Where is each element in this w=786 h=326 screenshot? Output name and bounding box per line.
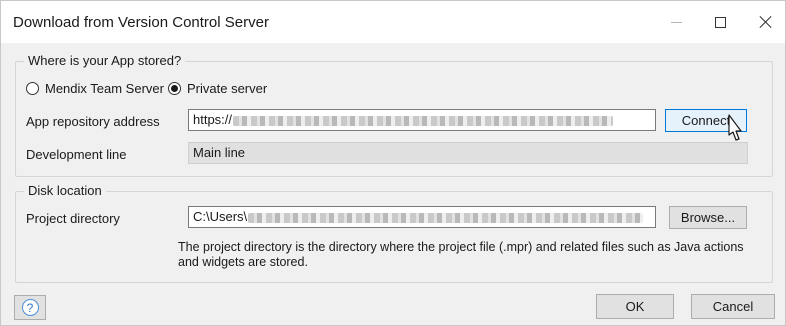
project-directory-help: The project directory is the directory w… — [178, 240, 744, 269]
development-line-field[interactable]: Main line — [188, 142, 748, 164]
development-line-value: Main line — [193, 145, 246, 160]
radio-private-server-circle — [168, 82, 181, 95]
project-directory-label: Project directory — [26, 211, 120, 226]
minimize-icon — [670, 21, 682, 23]
repo-address-input[interactable]: https:// — [188, 109, 656, 131]
close-icon — [759, 15, 773, 29]
minimize-button[interactable] — [653, 1, 699, 43]
help-icon: ? — [21, 299, 39, 316]
repo-address-label: App repository address — [26, 114, 160, 129]
browse-button[interactable]: Browse... — [669, 206, 747, 229]
redacted-url — [233, 115, 614, 126]
cancel-button[interactable]: Cancel — [691, 294, 775, 319]
disk-legend: Disk location — [24, 183, 106, 198]
radio-team-server-circle — [26, 82, 39, 95]
cancel-button-label: Cancel — [712, 299, 754, 314]
radio-private-server-label: Private server — [187, 81, 268, 96]
maximize-button[interactable] — [697, 1, 743, 43]
redacted-path — [248, 212, 644, 223]
project-directory-input[interactable]: C:\Users\ — [188, 206, 656, 228]
browse-button-label: Browse... — [680, 210, 736, 225]
help-button[interactable]: ? — [14, 295, 46, 320]
cursor-icon — [728, 114, 742, 141]
ok-button-label: OK — [625, 299, 645, 314]
project-directory-value: C:\Users\ — [193, 209, 248, 224]
radio-team-server[interactable]: Mendix Team Server — [26, 81, 164, 96]
close-button[interactable] — [743, 1, 786, 43]
radio-team-server-label: Mendix Team Server — [45, 81, 164, 96]
title-bar: Download from Version Control Server — [1, 1, 785, 43]
radio-private-server[interactable]: Private server — [168, 81, 267, 96]
development-line-label: Development line — [26, 147, 127, 162]
dialog-window: Download from Version Control Server Whe… — [0, 0, 786, 326]
ok-button[interactable]: OK — [596, 294, 674, 319]
maximize-icon — [714, 16, 726, 28]
window-title: Download from Version Control Server — [13, 14, 269, 31]
storage-legend: Where is your App stored? — [24, 53, 186, 68]
repo-address-value: https:// — [193, 112, 233, 127]
